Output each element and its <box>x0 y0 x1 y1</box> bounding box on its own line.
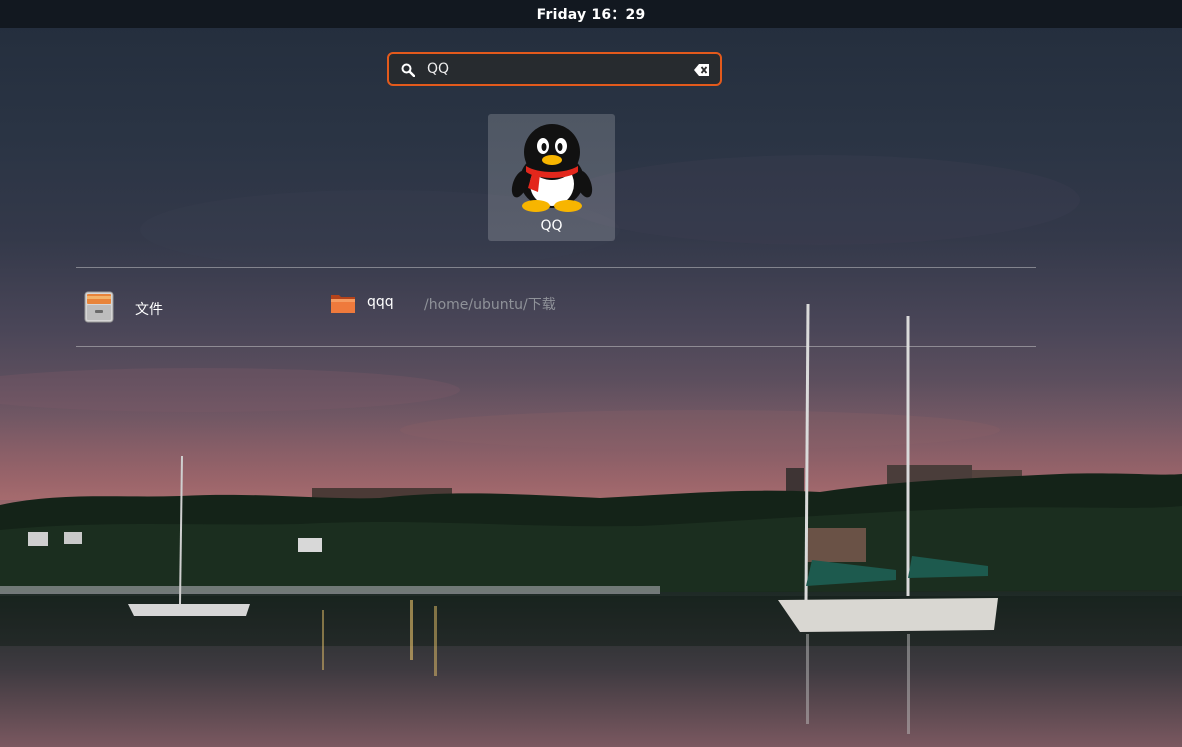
file-cabinet-icon <box>84 291 114 323</box>
clear-text-icon[interactable] <box>694 63 710 77</box>
provider-label: 文件 <box>135 302 163 318</box>
search-icon <box>401 63 415 77</box>
clock[interactable]: Friday 16：29 <box>537 4 646 24</box>
provider-files[interactable]: 文件 <box>84 290 264 326</box>
file-result-path: /home/ubuntu/下载 <box>424 297 556 313</box>
qq-penguin-icon <box>511 124 593 212</box>
results-divider-bottom <box>76 346 1036 347</box>
app-result-label: QQ <box>540 218 563 234</box>
file-result-name: qqq <box>367 294 394 310</box>
search-input[interactable] <box>427 59 677 79</box>
folder-icon <box>331 295 355 313</box>
app-result-qq[interactable]: QQ <box>488 114 615 241</box>
top-bar: Friday 16：29 <box>0 0 1182 28</box>
results-divider-top <box>76 267 1036 268</box>
search-box[interactable] <box>387 52 722 86</box>
activities-overview: Friday 16：29 QQ QQ 文件 qqq /home/ubuntu/下… <box>0 0 1182 747</box>
desktop-wallpaper <box>0 155 1182 747</box>
file-result-item[interactable]: qqq /home/ubuntu/下载 <box>330 291 650 317</box>
